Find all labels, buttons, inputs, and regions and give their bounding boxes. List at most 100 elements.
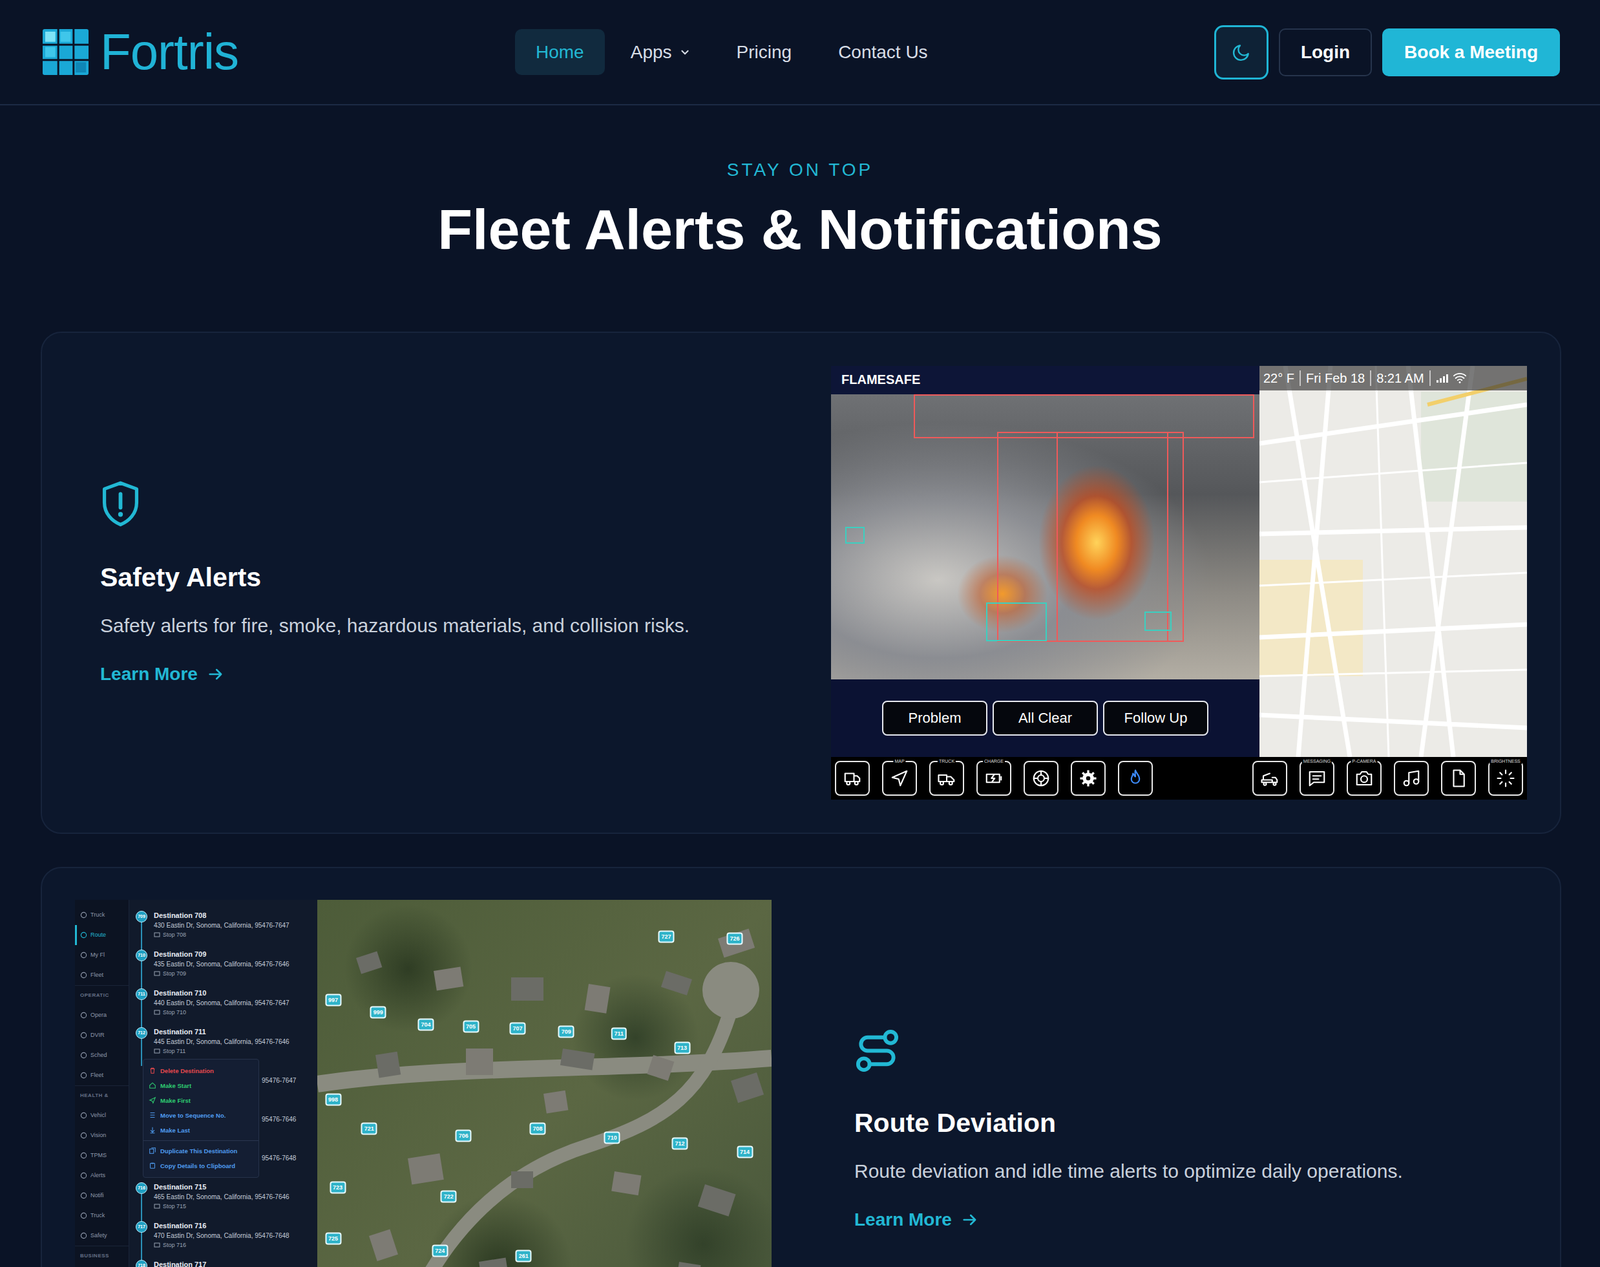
context-menu-item[interactable]: Delete Destination: [143, 1063, 259, 1078]
context-menu-label[interactable]: Move to Sequence No.: [160, 1111, 226, 1119]
sidebar-label[interactable]: Truck: [90, 1211, 105, 1219]
menu-item-icon[interactable]: [80, 951, 88, 959]
map-pin[interactable]: 706: [455, 1128, 472, 1142]
toolbar-icon[interactable]: [1031, 768, 1051, 788]
sidebar-item[interactable]: DVIR: [74, 1024, 129, 1045]
context-menu-label[interactable]: Make First: [160, 1096, 191, 1104]
menu-action-icon[interactable]: [148, 1125, 157, 1134]
menu-item-icon[interactable]: [80, 911, 88, 919]
sidebar-item[interactable]: My Fl: [74, 944, 129, 965]
street-map[interactable]: 22° FFri Feb 188:21 AM: [1259, 365, 1527, 757]
learn-more-link[interactable]: Learn More: [854, 1209, 1502, 1230]
destination-row[interactable]: 718Destination 717: [129, 1254, 318, 1267]
map-pin[interactable]: 708: [529, 1121, 546, 1135]
sidebar-item[interactable]: Vision: [74, 1125, 129, 1146]
toolbar-button[interactable]: [834, 760, 870, 796]
menu-item-icon[interactable]: [80, 1151, 88, 1159]
context-menu-item[interactable]: Duplicate This Destination: [143, 1143, 259, 1158]
sidebar-item[interactable]: Route: [74, 924, 129, 945]
nav-link-label[interactable]: Contact Us: [838, 42, 928, 63]
toolbar-button[interactable]: [1023, 760, 1059, 796]
action-button[interactable]: All Clear: [992, 700, 1098, 736]
logo-icon[interactable]: [42, 29, 89, 75]
sidebar-item[interactable]: Fleet: [74, 1064, 129, 1085]
map-pin[interactable]: 705: [462, 1019, 479, 1032]
sidebar-item[interactable]: Vehicl: [74, 1105, 129, 1126]
destination-row[interactable]: 709Destination 708430 Eastin Dr, Sonoma,…: [129, 905, 318, 945]
sidebar-label[interactable]: Vehicl: [90, 1111, 106, 1118]
toolbar-button[interactable]: MESSAGING: [1299, 760, 1335, 796]
menu-item-icon[interactable]: [80, 1051, 88, 1059]
nav-link-label[interactable]: Pricing: [736, 42, 793, 63]
map-pin[interactable]: 710: [604, 1130, 621, 1144]
map-pin[interactable]: 261: [515, 1249, 532, 1262]
toolbar-icon[interactable]: [889, 768, 910, 788]
toolbar-icon[interactable]: [1401, 768, 1422, 788]
sidebar-label[interactable]: Notifi: [90, 1191, 105, 1199]
book-meeting-button[interactable]: Book a Meeting: [1382, 28, 1560, 77]
context-menu-label[interactable]: Make Start: [160, 1081, 192, 1089]
sidebar-item[interactable]: Sched: [74, 1044, 129, 1065]
sidebar-label[interactable]: Truck: [90, 911, 105, 918]
toolbar-icon[interactable]: [1354, 768, 1374, 788]
sidebar-label[interactable]: Alerts: [90, 1171, 106, 1179]
nav-link[interactable]: Contact Us: [817, 29, 949, 75]
sidebar-label[interactable]: DVIR: [90, 1031, 105, 1038]
sidebar-item[interactable]: Notifi: [74, 1185, 129, 1206]
chevron-down-icon[interactable]: [679, 47, 691, 58]
toolbar-icon[interactable]: [1495, 768, 1516, 788]
moon-icon[interactable]: [1231, 42, 1252, 63]
map-pin[interactable]: 704: [418, 1017, 435, 1031]
map-pin[interactable]: 727: [657, 929, 674, 943]
context-menu-item[interactable]: Move to Sequence No.: [143, 1107, 259, 1123]
menu-item-icon[interactable]: [80, 1191, 88, 1199]
logo[interactable]: Fortris: [42, 24, 516, 81]
toolbar-button[interactable]: [1070, 760, 1106, 796]
menu-action-icon[interactable]: [148, 1066, 157, 1074]
nav-link-label[interactable]: Apps: [630, 42, 673, 63]
context-menu-item[interactable]: Make First: [143, 1092, 259, 1108]
arrow-right-icon[interactable]: [206, 664, 225, 684]
menu-action-icon[interactable]: [148, 1095, 157, 1104]
map-pin[interactable]: 723: [329, 1180, 346, 1193]
menu-action-icon[interactable]: [148, 1081, 157, 1089]
toolbar-button[interactable]: [1117, 760, 1153, 796]
sidebar-label[interactable]: TPMS: [90, 1151, 107, 1158]
learn-more-link[interactable]: Learn More: [100, 663, 832, 685]
context-menu-label[interactable]: Copy Details to Clipboard: [160, 1161, 236, 1169]
sidebar-label[interactable]: Opera: [90, 1011, 107, 1018]
map-pin[interactable]: 712: [671, 1136, 688, 1149]
login-button[interactable]: Login: [1278, 28, 1372, 77]
context-menu-label[interactable]: Delete Destination: [160, 1066, 214, 1074]
menu-item-icon[interactable]: [80, 1071, 88, 1079]
toolbar-icon[interactable]: [984, 768, 1004, 788]
menu-item-icon[interactable]: [80, 1131, 88, 1139]
sidebar-label[interactable]: Fleet: [90, 1071, 104, 1078]
context-menu-label[interactable]: Make Last: [160, 1126, 190, 1134]
context-menu-item[interactable]: Make Last: [143, 1122, 259, 1138]
toolbar-icon[interactable]: [936, 768, 957, 788]
sidebar-item[interactable]: Truck: [74, 904, 129, 925]
toolbar-button[interactable]: CHARGE: [976, 760, 1012, 796]
destination-row[interactable]: 717Destination 716470 Eastin Dr, Sonoma,…: [129, 1216, 318, 1255]
theme-toggle[interactable]: [1214, 25, 1269, 80]
toolbar-button[interactable]: BRIGHTNESS: [1488, 760, 1524, 796]
menu-item-icon[interactable]: [80, 1011, 88, 1019]
sidebar-label[interactable]: Vision: [90, 1131, 106, 1138]
map-pin[interactable]: 714: [736, 1145, 753, 1158]
map-pin[interactable]: 709: [558, 1024, 575, 1038]
sidebar-label[interactable]: Safety: [90, 1231, 108, 1239]
map-pin[interactable]: 713: [673, 1041, 691, 1054]
menu-item-icon[interactable]: [80, 1171, 88, 1179]
toolbar-button[interactable]: [1393, 760, 1429, 796]
map-pin[interactable]: 725: [325, 1231, 342, 1244]
nav-link[interactable]: Pricing: [715, 29, 813, 75]
toolbar-icon[interactable]: [1448, 768, 1469, 788]
map-pin[interactable]: 999: [370, 1005, 387, 1018]
sidebar-item[interactable]: Truck: [74, 1205, 129, 1226]
menu-action-icon[interactable]: [148, 1110, 157, 1119]
sidebar-item[interactable]: TPMS: [74, 1145, 129, 1166]
map-pin[interactable]: 711: [611, 1026, 628, 1040]
menu-item-icon[interactable]: [80, 1231, 88, 1239]
menu-action-icon[interactable]: [148, 1161, 157, 1169]
